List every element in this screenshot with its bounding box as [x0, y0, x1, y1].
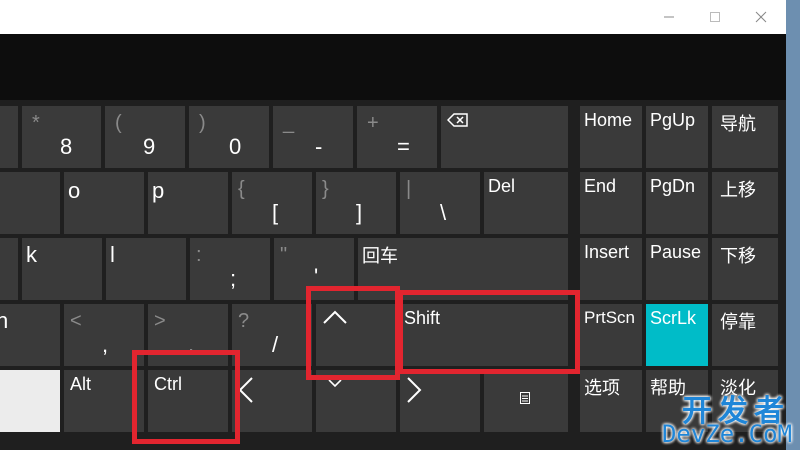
- key-pgup-label: PgUp: [650, 110, 696, 130]
- key-move-up-label: 上移: [720, 180, 756, 200]
- right-arrow-icon: [407, 377, 422, 403]
- key-navigate[interactable]: 导航: [712, 106, 778, 168]
- key-pause-label: Pause: [650, 242, 702, 262]
- key-fn-active[interactable]: [0, 370, 60, 432]
- key-backslash-shift-label: |: [406, 178, 412, 200]
- close-button[interactable]: [738, 0, 784, 34]
- key-0[interactable]: ) 0: [189, 106, 269, 168]
- key-slash-shift-label: ?: [238, 310, 250, 332]
- key-rbracket-shift-label: }: [322, 178, 329, 200]
- key-backslash[interactable]: | \: [400, 172, 480, 234]
- key-semicolon-shift-label: :: [196, 244, 202, 266]
- key-alt-label: Alt: [70, 374, 92, 394]
- key-slash[interactable]: ? /: [232, 304, 312, 366]
- key-equals-label: =: [397, 134, 410, 159]
- watermark-site-text: DevZe.CoM: [661, 420, 792, 448]
- key-9-shift-label: (: [115, 112, 122, 134]
- key-lbracket-label: [: [272, 200, 279, 225]
- key-lbracket-shift-label: {: [238, 178, 245, 200]
- minimize-icon: [664, 16, 674, 18]
- key-scrlk[interactable]: ScrLk: [646, 304, 708, 366]
- key-backslash-label: \: [440, 200, 447, 225]
- minimize-button[interactable]: [646, 0, 692, 34]
- key-dock[interactable]: 停靠: [712, 304, 778, 366]
- key-slash-label: /: [272, 332, 279, 357]
- key-comma-shift-label: <: [70, 310, 82, 332]
- key-insert-label: Insert: [584, 242, 630, 262]
- key-partial-7[interactable]: [0, 106, 18, 168]
- key-l-label: l: [110, 242, 115, 267]
- maximize-icon: [710, 12, 720, 22]
- key-end-label: End: [584, 176, 617, 196]
- key-k-label: k: [26, 242, 37, 267]
- key-move-down-label: 下移: [720, 246, 756, 266]
- key-minus-shift-label: _: [283, 112, 295, 134]
- key-comma-label: ,: [102, 332, 109, 357]
- key-pgdn-label: PgDn: [650, 176, 696, 196]
- key-semicolon-label: ;: [230, 266, 237, 291]
- maximize-button[interactable]: [692, 0, 738, 34]
- key-move-up[interactable]: 上移: [712, 172, 778, 234]
- key-prtscn[interactable]: PrtScn: [580, 304, 642, 366]
- key-rbracket-label: ]: [356, 200, 363, 225]
- keyboard-top-area: [0, 34, 786, 100]
- key-p[interactable]: p: [148, 172, 228, 234]
- key-minus[interactable]: _ -: [273, 106, 353, 168]
- key-enter-label: 回车: [362, 246, 398, 266]
- key-9-label: 9: [143, 134, 156, 159]
- key-semicolon[interactable]: : ;: [190, 238, 270, 300]
- key-0-shift-label: ): [199, 112, 206, 134]
- key-n-label: n: [0, 308, 9, 333]
- key-rbracket[interactable]: } ]: [316, 172, 396, 234]
- backspace-icon: [447, 113, 468, 127]
- key-equals-shift-label: +: [367, 112, 379, 134]
- key-del[interactable]: Del: [484, 172, 568, 234]
- key-pause[interactable]: Pause: [646, 238, 708, 300]
- close-icon: [755, 11, 767, 23]
- key-backspace[interactable]: [441, 106, 568, 168]
- key-partial-i[interactable]: [0, 172, 60, 234]
- highlight-shift: [398, 290, 580, 374]
- key-home-label: Home: [584, 110, 633, 130]
- key-apostrophe-shift-label: ": [280, 244, 288, 266]
- key-minus-label: -: [315, 134, 323, 159]
- key-options[interactable]: 选项: [580, 370, 642, 432]
- key-n[interactable]: n: [0, 304, 60, 366]
- key-options-label: 选项: [584, 378, 620, 398]
- key-equals[interactable]: + =: [357, 106, 437, 168]
- watermark: 开发者 DevZe.CoM: [636, 386, 796, 448]
- key-pgdn[interactable]: PgDn: [646, 172, 708, 234]
- key-right-arrow[interactable]: [400, 370, 480, 432]
- key-end[interactable]: End: [580, 172, 642, 234]
- key-partial-j[interactable]: [0, 238, 18, 300]
- key-del-label: Del: [488, 176, 516, 196]
- key-pgup[interactable]: PgUp: [646, 106, 708, 168]
- highlight-ctrl: [132, 350, 240, 444]
- key-menu[interactable]: [484, 370, 568, 432]
- key-dock-label: 停靠: [720, 312, 756, 332]
- key-o-label: o: [68, 178, 81, 203]
- key-9[interactable]: ( 9: [105, 106, 185, 168]
- key-move-down[interactable]: 下移: [712, 238, 778, 300]
- key-scrlk-label: ScrLk: [650, 308, 697, 328]
- key-k[interactable]: k: [22, 238, 102, 300]
- highlight-up-arrow: [306, 286, 400, 380]
- menu-icon: [520, 392, 530, 404]
- key-p-label: p: [152, 178, 165, 203]
- key-0-label: 0: [229, 134, 242, 159]
- key-home[interactable]: Home: [580, 106, 642, 168]
- key-insert[interactable]: Insert: [580, 238, 642, 300]
- key-8-label: 8: [60, 134, 73, 159]
- key-l[interactable]: l: [106, 238, 186, 300]
- key-prtscn-label: PrtScn: [584, 308, 636, 327]
- title-bar: [0, 0, 786, 34]
- key-8-shift-label: *: [32, 112, 40, 134]
- key-o[interactable]: o: [64, 172, 144, 234]
- key-lbracket[interactable]: { [: [232, 172, 312, 234]
- key-period-shift-label: >: [154, 310, 166, 332]
- key-8[interactable]: * 8: [22, 106, 101, 168]
- key-left-arrow[interactable]: [232, 370, 312, 432]
- key-navigate-label: 导航: [720, 114, 756, 134]
